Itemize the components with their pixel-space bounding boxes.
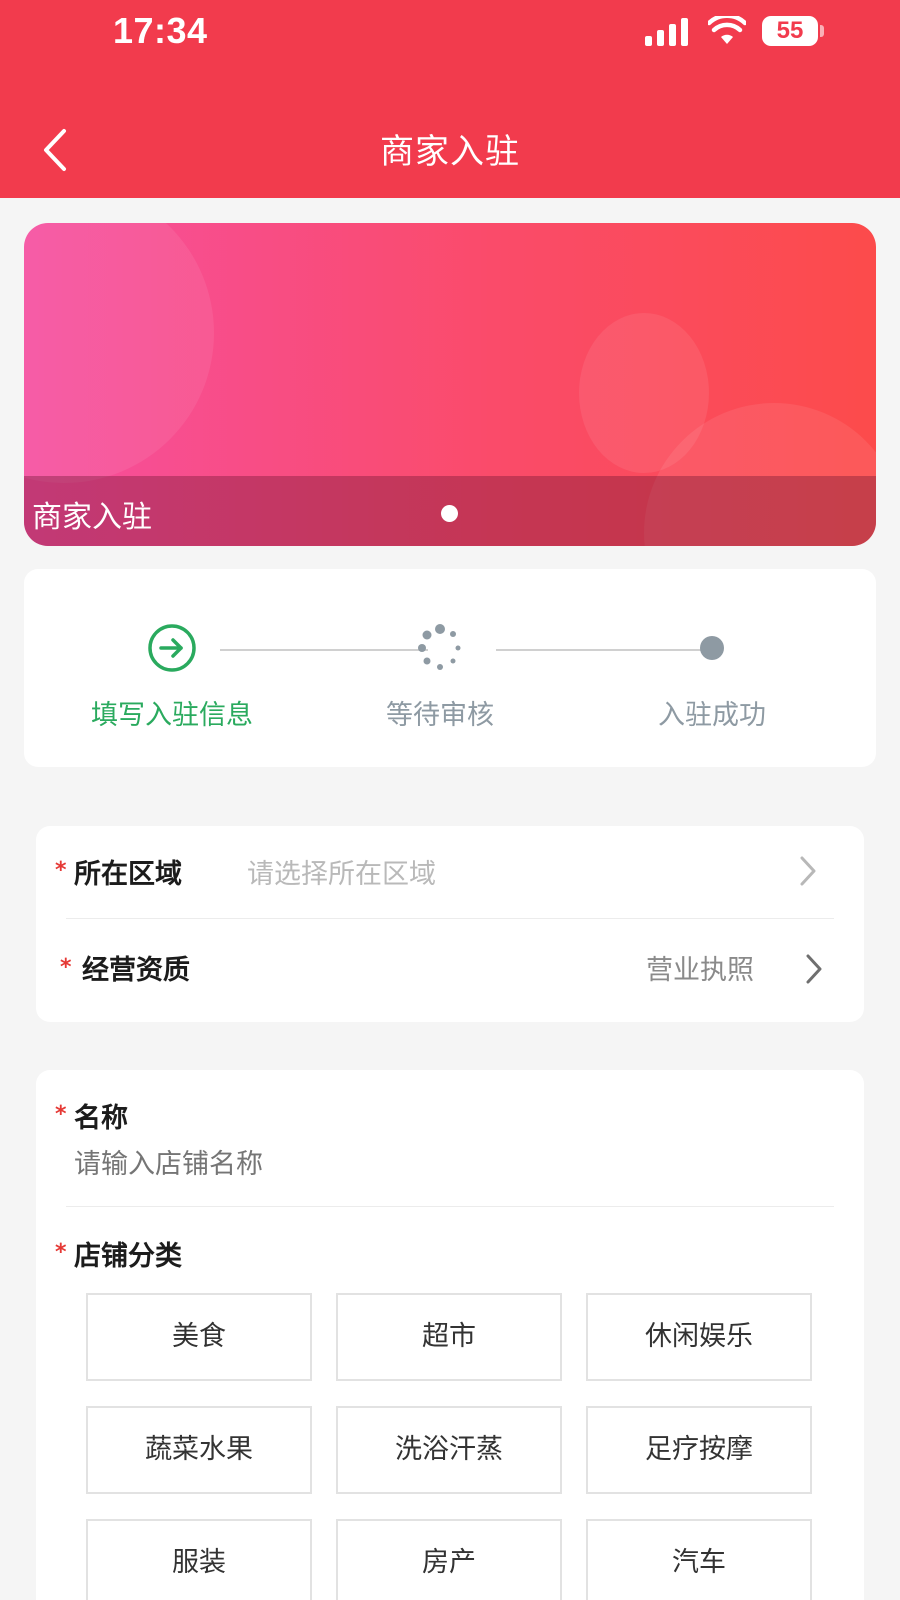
chevron-right-icon[interactable]: [804, 952, 824, 986]
chevron-right-icon[interactable]: [798, 854, 818, 888]
status-bar: 17:34 55: [0, 0, 900, 70]
category-option[interactable]: 美食: [86, 1293, 312, 1381]
category-option[interactable]: 洗浴汗蒸: [336, 1406, 562, 1494]
banner-carousel[interactable]: 商家入驻: [24, 223, 876, 546]
status-time: 17:34: [113, 10, 208, 51]
carousel-indicator-dot[interactable]: [441, 505, 458, 522]
required-star: *: [60, 955, 72, 980]
arrow-right-circle-icon: [148, 624, 196, 672]
page-title: 商家入驻: [380, 132, 520, 172]
category-option[interactable]: 休闲娱乐: [586, 1293, 812, 1381]
step-connector: [496, 649, 704, 651]
category-option[interactable]: 服装: [86, 1519, 312, 1600]
app-header: 17:34 55 商家入驻: [0, 0, 900, 198]
qualification-label: 经营资质: [82, 955, 190, 986]
qualification-row[interactable]: * 经营资质 营业执照: [36, 919, 864, 1022]
dot-icon: [700, 636, 724, 660]
category-option[interactable]: 房产: [336, 1519, 562, 1600]
banner-title: 商家入驻: [32, 500, 152, 535]
divider: [66, 1206, 834, 1207]
store-category-label: 店铺分类: [74, 1241, 182, 1272]
battery-icon: 55: [762, 16, 818, 46]
region-card: * 所在区域 请选择所在区域 * 经营资质 营业执照: [36, 826, 864, 1022]
category-option[interactable]: 蔬菜水果: [86, 1406, 312, 1494]
required-star: *: [55, 1240, 67, 1265]
battery-nub: [820, 25, 824, 37]
qualification-value[interactable]: 营业执照: [646, 948, 754, 987]
wifi-icon: [708, 16, 746, 44]
step-label-review: 等待审核: [386, 700, 494, 731]
signal-icon: [645, 18, 688, 46]
banner-decoration: [24, 223, 214, 483]
required-star: *: [55, 1102, 67, 1127]
step-connector: [220, 649, 428, 651]
step-label-fill-info: 填写入驻信息: [91, 700, 253, 731]
store-name-input[interactable]: [74, 1142, 814, 1186]
region-row[interactable]: * 所在区域 请选择所在区域: [36, 826, 864, 918]
category-option[interactable]: 超市: [336, 1293, 562, 1381]
store-info-card: * 名称 * 店铺分类 美食 超市 休闲娱乐 蔬菜水果 洗浴汗蒸 足疗按摩 服装…: [36, 1070, 864, 1600]
banner-caption-bar: 商家入驻: [24, 476, 876, 546]
category-option[interactable]: 汽车: [586, 1519, 812, 1600]
store-name-label: 名称: [74, 1103, 128, 1134]
required-star: *: [55, 858, 67, 883]
region-label: 所在区域: [74, 859, 182, 890]
category-option[interactable]: 足疗按摩: [586, 1406, 812, 1494]
step-label-success: 入驻成功: [658, 700, 766, 731]
region-select[interactable]: 请选择所在区域: [247, 852, 436, 891]
loading-spinner-icon: [418, 624, 461, 670]
progress-steps-card: 填写入驻信息 等待审核 入驻成功: [24, 569, 876, 767]
